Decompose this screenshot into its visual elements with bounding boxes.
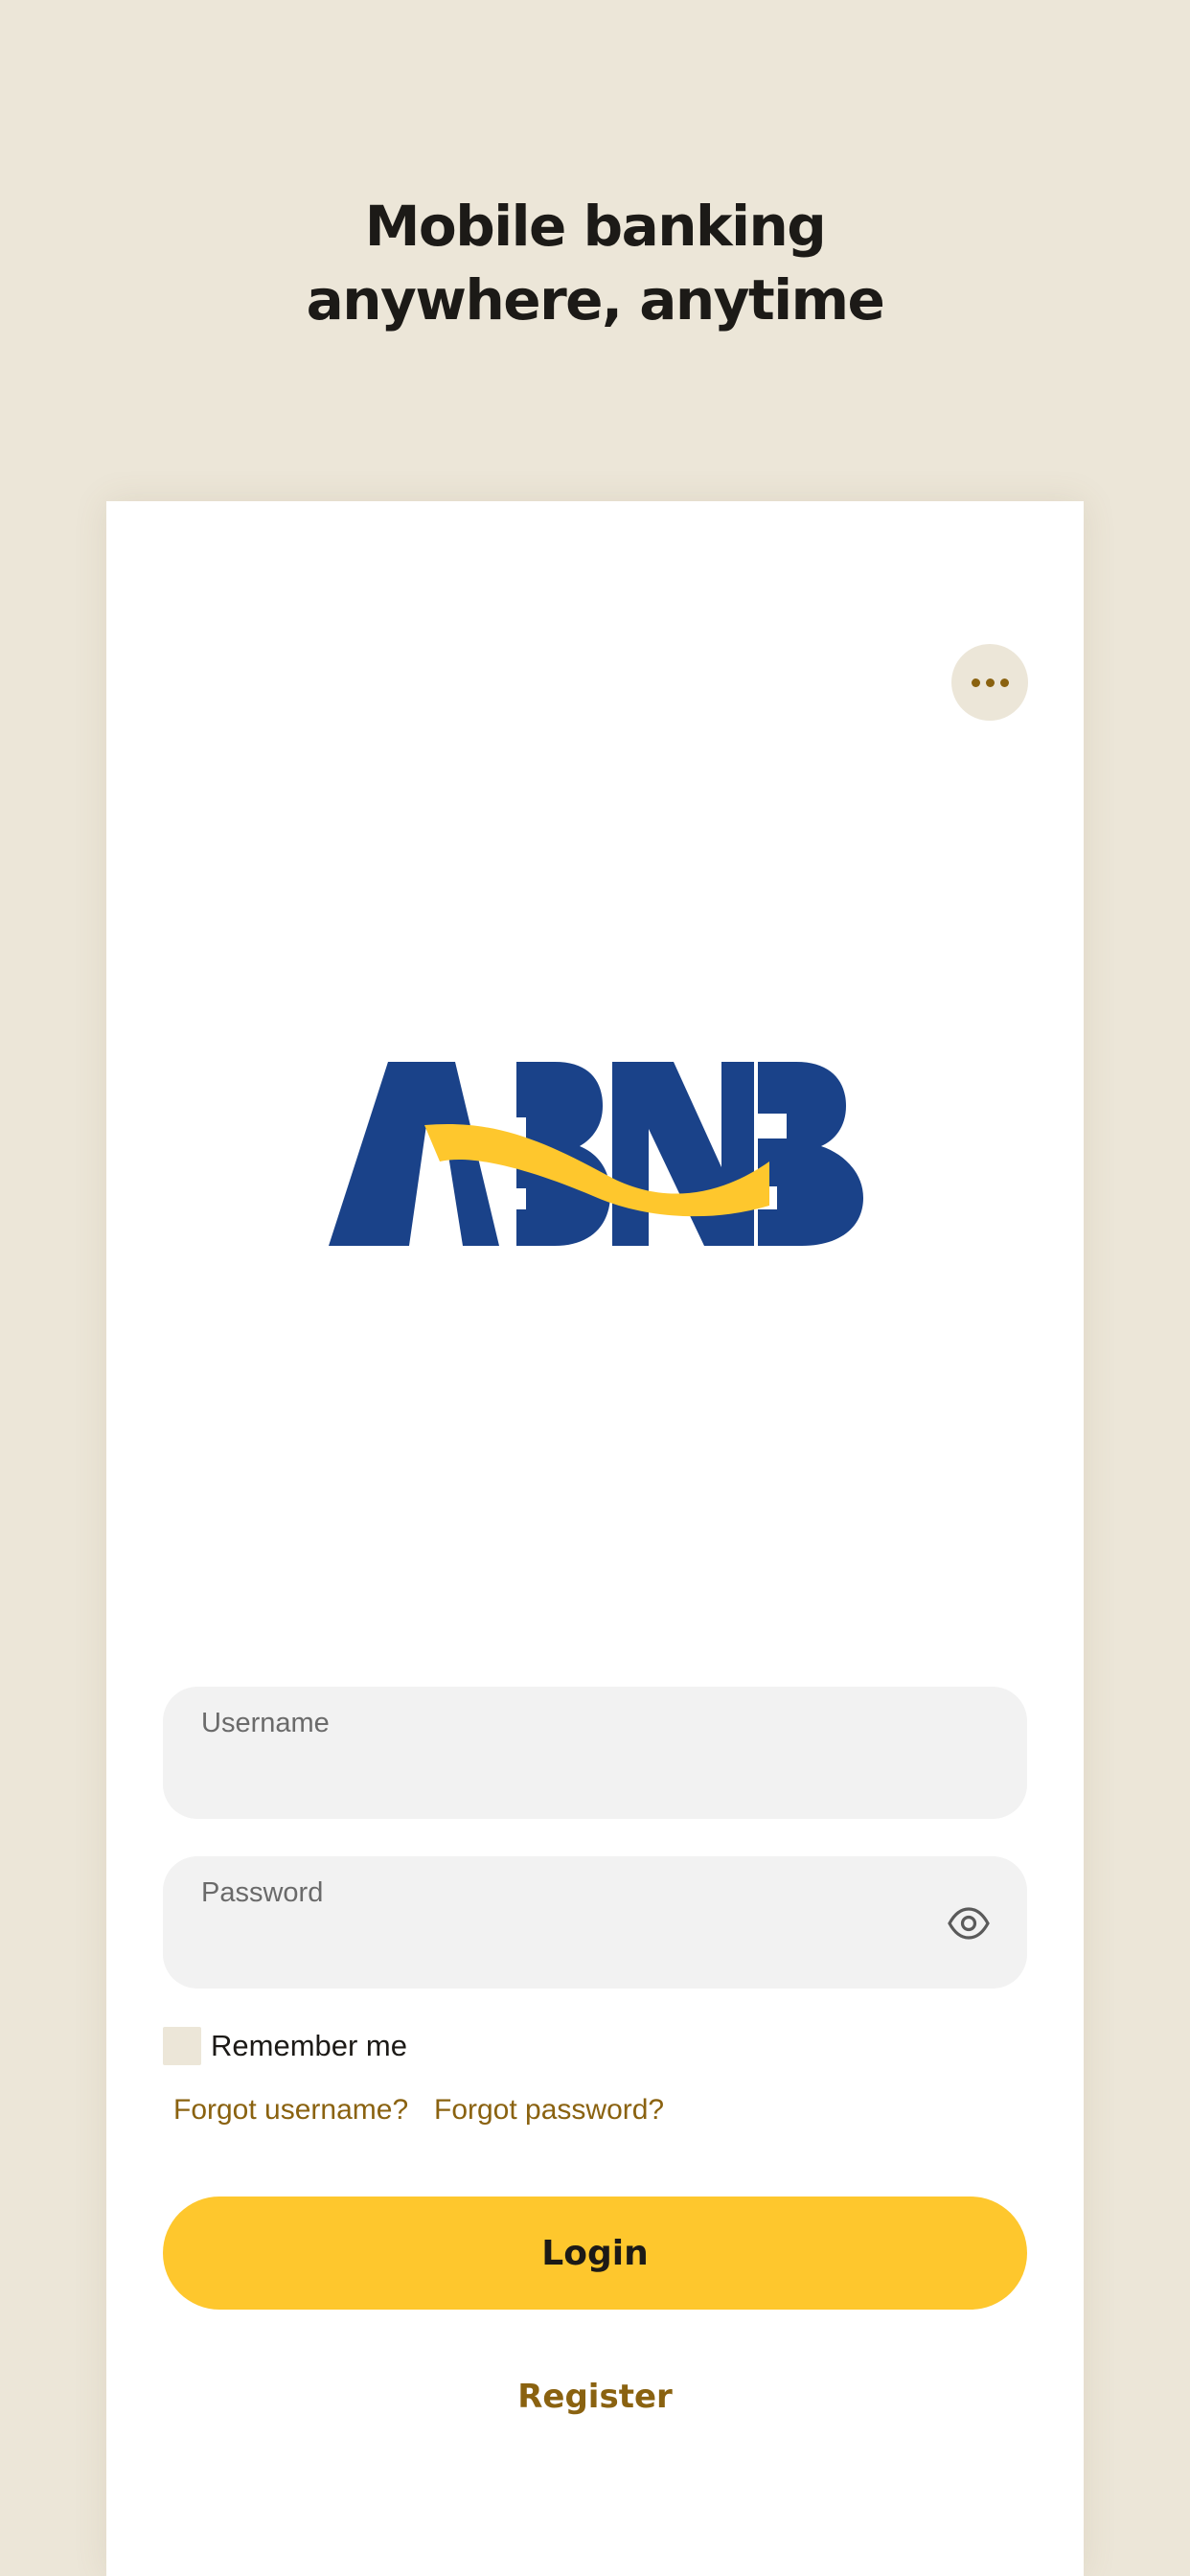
password-input[interactable] xyxy=(201,1920,929,1967)
more-horizontal-icon xyxy=(971,678,980,687)
headline-line-2: anywhere, anytime xyxy=(306,267,885,333)
more-dot xyxy=(999,678,1009,687)
username-label: Username xyxy=(201,1708,330,1738)
login-button[interactable]: Login xyxy=(163,2196,1027,2310)
eye-icon[interactable] xyxy=(946,1900,992,1946)
username-input[interactable] xyxy=(201,1750,929,1798)
abnb-logo xyxy=(329,1062,863,1246)
remember-me-label: Remember me xyxy=(211,2029,407,2062)
login-card: Username Password Remember me Forgot use… xyxy=(106,501,1084,2576)
remember-me-toggle[interactable]: Remember me xyxy=(163,2027,407,2065)
forgot-username-link[interactable]: Forgot username? xyxy=(173,2094,408,2127)
forgot-password-link[interactable]: Forgot password? xyxy=(434,2094,664,2127)
more-options-button[interactable] xyxy=(951,644,1028,721)
headline-line-1: Mobile banking xyxy=(364,194,827,259)
remember-me-checkbox[interactable] xyxy=(163,2027,201,2065)
password-field[interactable]: Password xyxy=(163,1856,1027,1989)
page-headline: Mobile banking anywhere, anytime xyxy=(0,190,1190,337)
register-link[interactable]: Register xyxy=(106,2378,1084,2416)
username-field[interactable]: Username xyxy=(163,1687,1027,1819)
more-dot xyxy=(985,678,995,687)
password-label: Password xyxy=(201,1877,324,1908)
